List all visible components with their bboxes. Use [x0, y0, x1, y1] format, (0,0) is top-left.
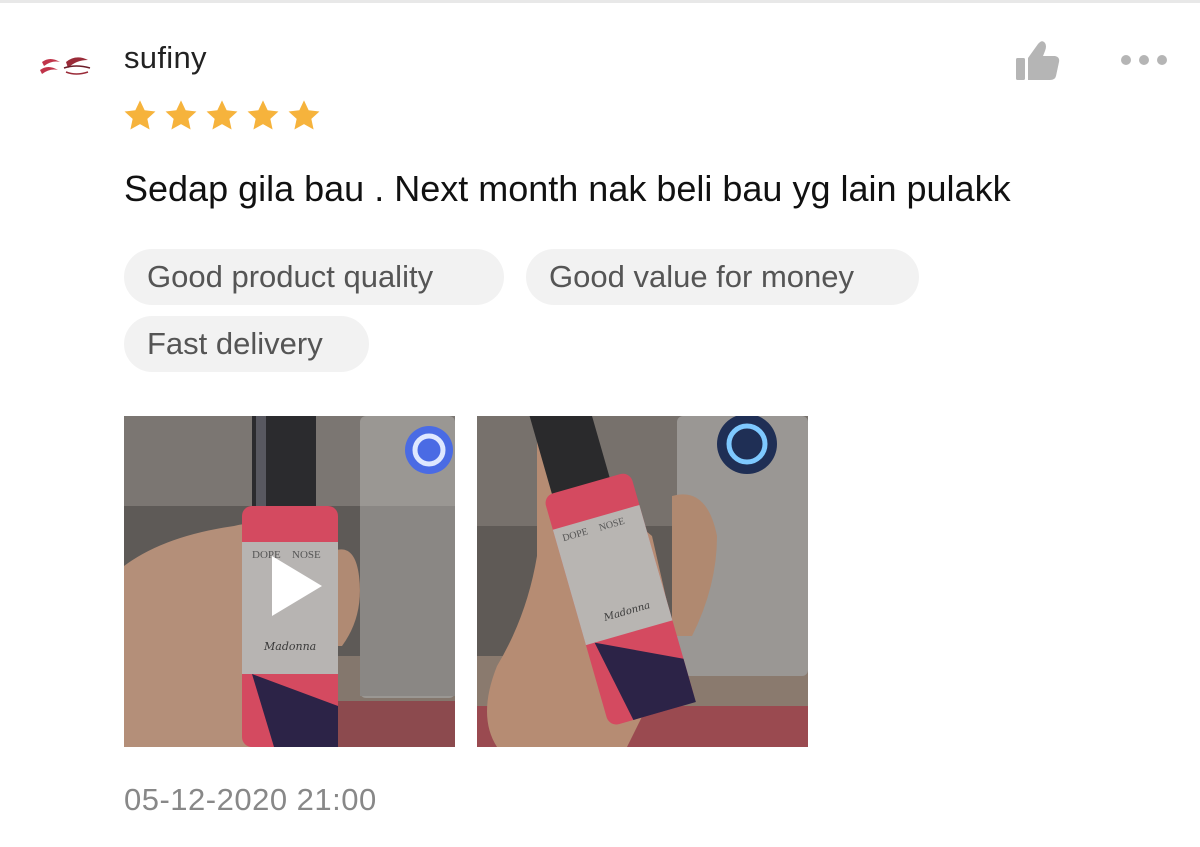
tag-chip: Good product quality: [124, 249, 504, 305]
star-icon: [206, 100, 238, 130]
star-icon: [288, 100, 320, 130]
star-icon: [165, 100, 197, 130]
tag-chip: Fast delivery: [124, 316, 369, 372]
username[interactable]: sufiny: [124, 40, 207, 76]
review-timestamp: 05-12-2020 21:00: [124, 782, 377, 817]
more-dots-icon: [1121, 55, 1167, 65]
tag-chip: Good value for money: [526, 249, 919, 305]
star-icon: [124, 100, 156, 130]
like-button[interactable]: [1012, 38, 1062, 82]
review-image-thumbnail[interactable]: DOPE NOSE Madonna: [477, 416, 808, 747]
star-icon: [247, 100, 279, 130]
svg-text:Madonna: Madonna: [263, 640, 316, 653]
thumbs-up-icon: [1016, 41, 1060, 80]
top-divider: [0, 0, 1200, 3]
review-text: Sedap gila bau . Next month nak beli bau…: [124, 168, 1011, 209]
review-video-thumbnail[interactable]: DOPE NOSE Madonna: [124, 416, 455, 747]
play-icon[interactable]: [268, 554, 324, 618]
image-frame: DOPE NOSE Madonna: [477, 416, 808, 747]
avatar[interactable]: [30, 40, 106, 96]
star-rating: [122, 98, 322, 134]
avatar-logo: [40, 57, 91, 75]
more-options-button[interactable]: [1116, 50, 1172, 70]
